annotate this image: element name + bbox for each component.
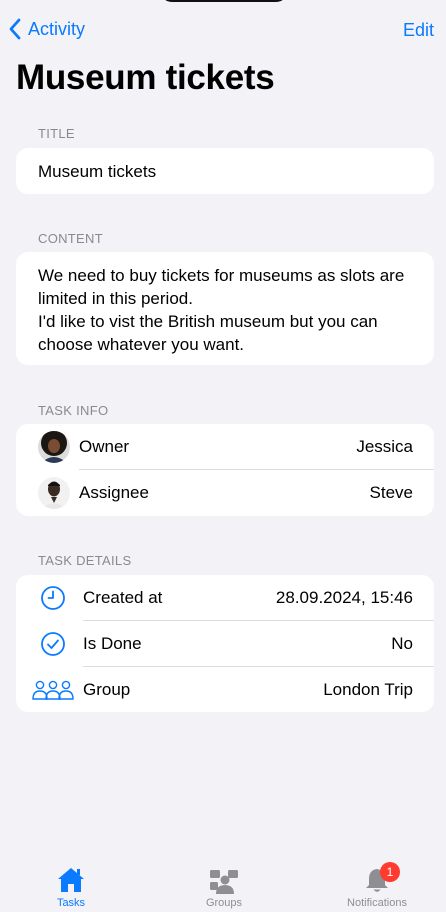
owner-row[interactable]: Owner Jessica <box>16 424 434 470</box>
group-label: Group <box>83 680 131 699</box>
device-notch <box>160 0 288 2</box>
owner-label: Owner <box>79 437 130 456</box>
content-paragraph: We need to buy tickets for museums as sl… <box>38 266 405 308</box>
created-at-value: 28.09.2024, 15:46 <box>275 588 413 607</box>
is-done-label: Is Done <box>83 634 142 653</box>
people-icon <box>30 675 76 705</box>
created-at-label: Created at <box>83 588 163 607</box>
page-title: Museum tickets <box>16 58 275 97</box>
edit-button[interactable]: Edit <box>403 20 434 41</box>
tab-tasks[interactable]: Tasks <box>16 862 126 909</box>
avatar-jessica <box>38 431 70 463</box>
owner-value: Jessica <box>356 437 413 456</box>
group-value: London Trip <box>323 680 413 699</box>
back-button-label: Activity <box>28 18 86 39</box>
assignee-row[interactable]: Assignee Steve <box>16 470 434 516</box>
task-details-card: Created at 28.09.2024, 15:46 Is Done No <box>16 575 434 712</box>
title-value: Museum tickets <box>38 162 157 181</box>
task-info-card: Owner Jessica Assignee Steve <box>16 424 434 516</box>
content-field[interactable]: We need to buy tickets for museums as sl… <box>16 252 434 365</box>
house-icon <box>16 862 126 894</box>
checkmark-circle-icon <box>30 629 76 659</box>
task-detail-screen: Activity Edit Museum tickets TITLE Museu… <box>0 0 446 912</box>
is-done-value: No <box>391 634 413 653</box>
assignee-label: Assignee <box>79 483 149 502</box>
section-header-task-info: TASK INFO <box>38 403 109 418</box>
chevron-left-icon <box>9 18 21 40</box>
avatar-steve <box>38 477 70 509</box>
section-header-content: CONTENT <box>38 231 103 246</box>
navigation-bar: Activity Edit <box>0 16 446 46</box>
tab-notifications-label: Notifications <box>347 897 407 909</box>
title-field[interactable]: Museum tickets <box>16 148 434 194</box>
tab-bar: Tasks Groups 1 Notifications <box>0 856 446 912</box>
section-header-title: TITLE <box>38 126 75 141</box>
is-done-row[interactable]: Is Done No <box>16 621 434 667</box>
assignee-value: Steve <box>369 483 413 502</box>
tab-notifications[interactable]: 1 Notifications <box>322 862 432 909</box>
group-row[interactable]: Group London Trip <box>16 667 434 713</box>
tab-tasks-label: Tasks <box>56 897 86 909</box>
back-button[interactable]: Activity <box>8 18 85 40</box>
created-at-row[interactable]: Created at 28.09.2024, 15:46 <box>16 575 434 621</box>
bell-icon: 1 <box>322 862 432 894</box>
notification-badge: 1 <box>380 862 400 882</box>
tab-groups[interactable]: Groups <box>169 862 279 909</box>
groups-icon <box>169 862 279 894</box>
section-header-task-details: TASK DETAILS <box>38 553 132 568</box>
clock-icon <box>30 583 76 613</box>
content-paragraph: I'd like to vist the British museum but … <box>38 312 378 354</box>
tab-groups-label: Groups <box>205 897 243 909</box>
